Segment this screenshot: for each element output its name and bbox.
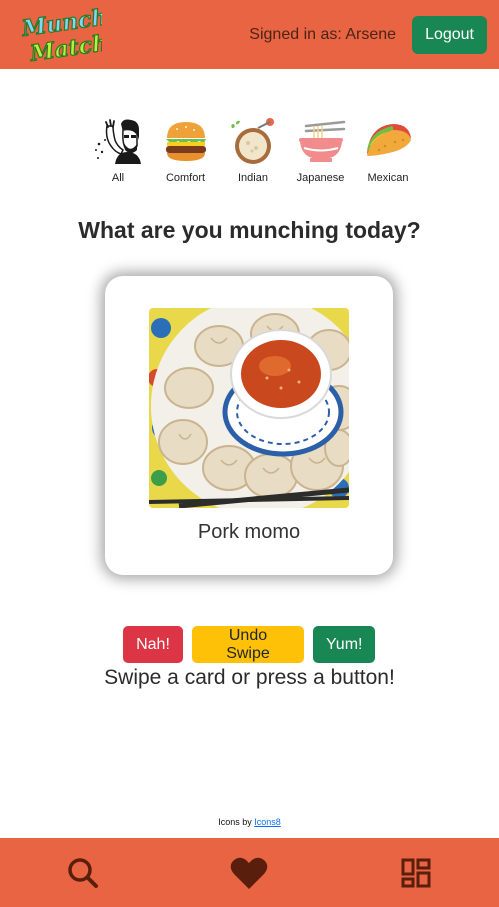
heart-icon <box>231 857 268 889</box>
category-label: All <box>111 172 125 184</box>
bottom-navigation <box>0 838 499 907</box>
person-eating-icon <box>95 119 141 164</box>
curry-bowl-icon <box>231 118 274 164</box>
category-label: Indian <box>238 172 268 184</box>
food-name: Pork momo <box>197 521 301 543</box>
icon-attribution: Icons by Icons8 <box>0 817 499 827</box>
category-mexican[interactable]: Mexican <box>358 118 418 188</box>
food-swipe-card[interactable]: Pork momo <box>105 276 393 575</box>
undo-swipe-button[interactable]: Undo Swipe <box>192 626 304 663</box>
nav-favorites-button[interactable] <box>219 843 279 903</box>
logout-button[interactable]: Logout <box>412 15 487 54</box>
instructions-text: Swipe a card or press a button! <box>104 666 395 689</box>
category-filter-bar: All Comfort Indian Japanese Mexican <box>88 118 418 188</box>
attribution-prefix: Icons by <box>218 817 255 827</box>
icons8-link[interactable]: Icons8 <box>254 817 281 827</box>
yum-button[interactable]: Yum! <box>313 626 375 663</box>
top-header: Munch Match Signed in as: Arsene Logout <box>0 0 499 69</box>
ramen-bowl-icon <box>298 120 345 162</box>
page-heading: What are you munching today? <box>78 217 421 243</box>
taco-icon <box>367 124 411 156</box>
signed-in-text: Signed in as: Arsene <box>249 25 397 43</box>
category-label: Japanese <box>296 172 345 184</box>
category-indian[interactable]: Indian <box>223 118 283 188</box>
category-label: Comfort <box>165 172 206 184</box>
nav-search-button[interactable] <box>53 843 113 903</box>
munch-match-logo[interactable]: Munch Match <box>18 5 102 65</box>
category-japanese[interactable]: Japanese <box>291 118 351 188</box>
swipe-action-buttons: Nah! Undo Swipe Yum! <box>123 626 375 663</box>
category-comfort[interactable]: Comfort <box>156 118 216 188</box>
burger-icon <box>165 122 206 161</box>
dashboard-icon <box>401 858 431 887</box>
nav-dashboard-button[interactable] <box>386 843 446 903</box>
category-all[interactable]: All <box>88 118 148 188</box>
food-photo <box>149 308 349 508</box>
nah-button[interactable]: Nah! <box>123 626 183 663</box>
category-label: Mexican <box>367 172 409 184</box>
search-icon <box>68 857 99 888</box>
header-user-area: Signed in as: Arsene Logout <box>249 15 487 54</box>
